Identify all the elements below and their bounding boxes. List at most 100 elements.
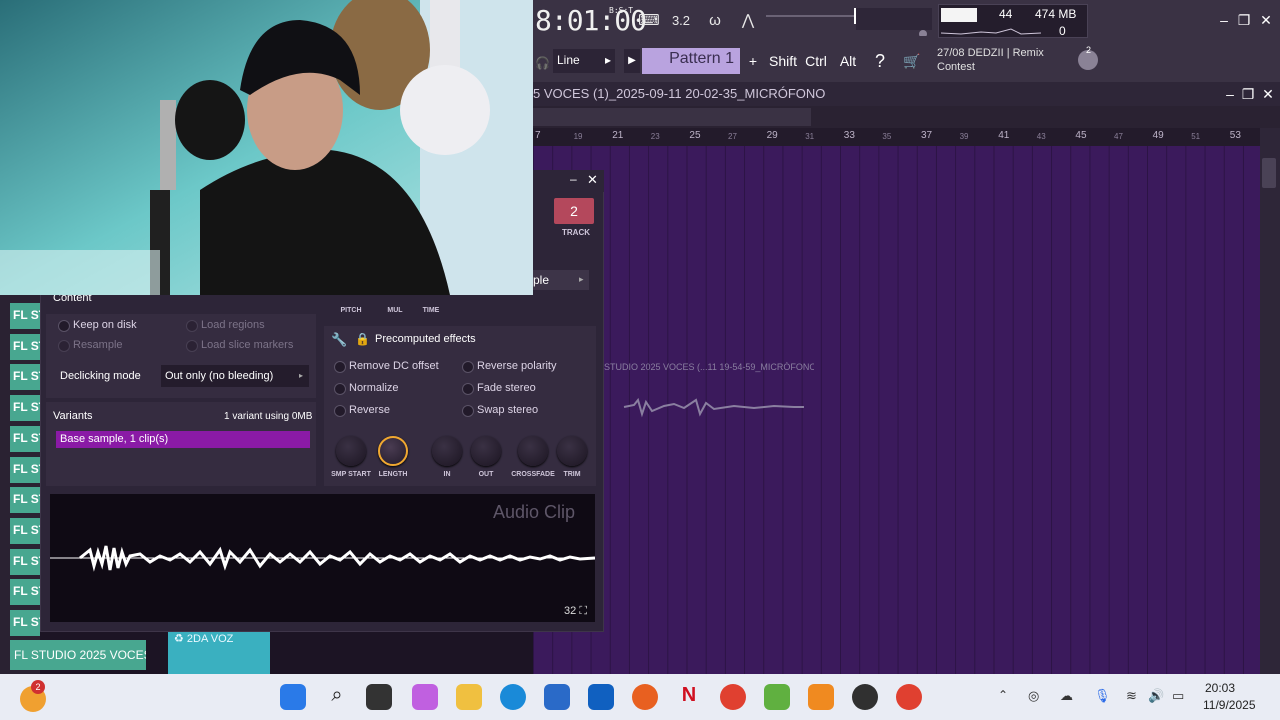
tray-chevron-up-icon[interactable]: ⌃ xyxy=(998,688,1008,702)
close-icon[interactable]: ✕ xyxy=(1256,10,1276,30)
alt-button[interactable]: Alt xyxy=(834,50,862,72)
loop-record-icon[interactable]: ω xyxy=(702,10,728,32)
microphone-icon[interactable]: 🎙 xyxy=(1094,688,1111,704)
netflix-icon[interactable]: N xyxy=(676,684,702,710)
clip-window-close-icon[interactable]: ✕ xyxy=(587,172,598,188)
lock-icon[interactable]: 🔒 xyxy=(355,332,370,346)
playlist-close-icon[interactable]: ✕ xyxy=(1258,84,1278,104)
edge-icon[interactable] xyxy=(500,684,526,710)
onedrive-icon[interactable]: ☁ xyxy=(1060,688,1073,704)
utorrent-icon[interactable] xyxy=(764,684,790,710)
ruler-number: 43 xyxy=(1036,132,1046,141)
knob-in[interactable] xyxy=(432,436,462,466)
track-button[interactable]: FL ST xyxy=(10,303,40,329)
clip-window-minimize-icon[interactable]: – xyxy=(570,172,577,186)
add-pattern-button[interactable]: + xyxy=(744,50,762,72)
obs-icon[interactable] xyxy=(852,684,878,710)
vertical-scroll-thumb[interactable] xyxy=(1262,158,1276,188)
tray-app-icon[interactable]: ◎ xyxy=(1028,688,1039,704)
copilot-icon[interactable] xyxy=(412,684,438,710)
help-icon[interactable]: ? xyxy=(867,50,893,72)
minimize-icon[interactable]: – xyxy=(1214,10,1234,30)
audio-clip-waveform[interactable] xyxy=(604,396,814,418)
effect-radio[interactable] xyxy=(334,383,346,395)
clock-date[interactable]: 11/9/2025 xyxy=(1203,698,1256,712)
news-hint[interactable]: 27/08 DEDZII | Remix Contest xyxy=(937,46,1044,74)
effect-radio[interactable] xyxy=(334,361,346,373)
volume-icon[interactable]: 🔊 xyxy=(1148,688,1164,704)
track-button[interactable]: FL ST xyxy=(10,517,40,544)
track-bottom-label[interactable]: FL STUDIO 2025 VOCES (1... xyxy=(10,640,146,670)
track-button[interactable]: FL ST xyxy=(10,333,40,360)
firefox-icon[interactable] xyxy=(632,684,658,710)
declicking-value: Out only (no bleeding) xyxy=(165,370,274,382)
song-position-display[interactable]: 8:01:00 B:S:T xyxy=(535,4,647,37)
track-button[interactable]: FL ST xyxy=(10,425,40,452)
shift-button[interactable]: Shift xyxy=(768,50,798,72)
load-slice-markers-radio[interactable] xyxy=(186,340,198,352)
time-label: TIME xyxy=(422,307,440,314)
task-view-icon[interactable] xyxy=(366,684,392,710)
keep-on-disk-radio[interactable] xyxy=(58,320,70,332)
maximize-icon[interactable]: ❐ xyxy=(1234,10,1254,30)
knob-smp-start[interactable] xyxy=(336,436,366,466)
declicking-label: Declicking mode xyxy=(60,370,141,382)
effect-radio[interactable] xyxy=(462,383,474,395)
declicking-select[interactable]: Out only (no bleeding) ▸ xyxy=(161,365,309,387)
snap-select[interactable]: Line ▸ xyxy=(553,49,615,73)
playlist-minimize-icon[interactable]: – xyxy=(1220,84,1240,104)
fl-studio-icon[interactable] xyxy=(808,684,834,710)
track-button[interactable]: FL ST xyxy=(10,456,40,483)
master-volume-slider[interactable] xyxy=(766,6,934,36)
track-button[interactable]: FL ST xyxy=(10,579,40,606)
effect-radio[interactable] xyxy=(462,361,474,373)
sample-select[interactable]: ple ▸ xyxy=(533,270,589,290)
resample-radio[interactable] xyxy=(58,340,70,352)
battery-icon[interactable]: ▭ xyxy=(1172,688,1184,704)
track-button[interactable]: FL ST xyxy=(10,548,40,575)
track-button[interactable]: FL ST xyxy=(10,487,40,514)
knob-length[interactable] xyxy=(378,436,408,466)
waveform-graphic xyxy=(50,545,595,572)
knob-out[interactable] xyxy=(471,436,501,466)
ruler-number: 29 xyxy=(766,130,778,141)
knob-crossfade[interactable] xyxy=(518,436,548,466)
scroll-thumb[interactable] xyxy=(533,108,811,126)
knob-trim[interactable] xyxy=(557,436,587,466)
wait-input-icon[interactable]: ⋀ xyxy=(735,10,761,32)
variant-item[interactable]: Base sample, 1 clip(s) xyxy=(56,431,310,448)
outlook-icon[interactable] xyxy=(588,684,614,710)
wifi-icon[interactable]: ≋ xyxy=(1126,688,1137,704)
typing-keyboard-icon[interactable]: ⌨ xyxy=(636,10,662,32)
file-explorer-icon[interactable] xyxy=(456,684,482,710)
chrome-profile-icon[interactable] xyxy=(896,684,922,710)
ctrl-button[interactable]: Ctrl xyxy=(802,50,830,72)
timeline-ruler[interactable]: 7 19 21 23 25 27 29 31 33 35 37 39 41 43 45 47 49 51 53 xyxy=(533,128,1260,146)
waveform-zoom[interactable]: 32 ⛶ xyxy=(564,605,587,618)
track-button[interactable]: FL ST xyxy=(10,364,40,391)
cpu-memory-monitor[interactable]: 44 474 MB 0 xyxy=(938,4,1088,38)
track-number[interactable]: 2 xyxy=(554,198,594,224)
effect-label: Remove DC offset xyxy=(349,360,439,372)
track-button[interactable]: FL ST xyxy=(10,395,40,422)
pattern-selector[interactable]: Pattern 1 xyxy=(642,48,740,74)
search-icon[interactable]: ⌕ xyxy=(324,684,350,710)
store-icon[interactable] xyxy=(544,684,570,710)
vertical-scrollbar[interactable] xyxy=(1260,128,1280,674)
clock-time[interactable]: 20:03 xyxy=(1205,681,1235,695)
metronome-value[interactable]: 3.2 xyxy=(668,10,694,32)
windows-start-icon[interactable] xyxy=(280,684,306,710)
playlist-overview-scrollbar[interactable] xyxy=(533,106,1280,128)
playlist-maximize-icon[interactable]: ❐ xyxy=(1238,84,1258,104)
ruler-number: 33 xyxy=(843,130,855,141)
audio-clip-label[interactable]: STUDIO 2025 VOCES (...11 19-54-59_MICRÓF… xyxy=(604,362,814,376)
pattern-play-icon[interactable]: ▶ xyxy=(624,49,640,73)
chrome-icon[interactable] xyxy=(720,684,746,710)
load-regions-radio[interactable] xyxy=(186,320,198,332)
shop-cart-icon[interactable]: 🛒 xyxy=(899,50,925,72)
notification-count: 2 xyxy=(1086,45,1092,55)
effect-radio[interactable] xyxy=(462,405,474,417)
track-button[interactable]: FL ST xyxy=(10,610,40,636)
clip-2da-voz[interactable]: ♻ 2DA VOZ xyxy=(168,630,270,674)
effect-radio[interactable] xyxy=(334,405,346,417)
